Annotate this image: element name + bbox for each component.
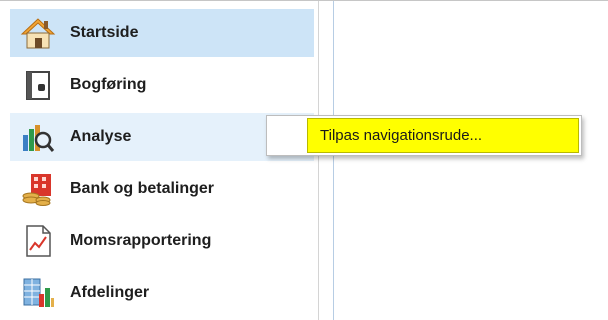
- content-divider: [333, 1, 334, 320]
- nav-item-bank-og-betalinger[interactable]: Bank og betalinger: [10, 165, 314, 213]
- ledger-book-icon: [20, 67, 56, 103]
- nav-item-label: Startside: [70, 24, 139, 41]
- nav-item-startside[interactable]: Startside: [10, 9, 314, 57]
- departments-icon: [20, 275, 56, 311]
- nav-item-label: Afdelinger: [70, 284, 150, 301]
- nav-item-bogforing[interactable]: Bogføring: [10, 61, 314, 109]
- menu-item-tilpas-navigationsrude[interactable]: Tilpas navigationsrude...: [307, 118, 579, 153]
- nav-item-momsrapportering[interactable]: Momsrapportering: [10, 217, 314, 265]
- nav-item-label: Analyse: [70, 128, 132, 145]
- context-menu: Tilpas navigationsrude...: [266, 115, 582, 156]
- nav-item-label: Bank og betalinger: [70, 180, 215, 197]
- analysis-chart-magnifier-icon: [20, 119, 56, 155]
- pane-divider: [318, 1, 319, 320]
- nav-item-label: Momsrapportering: [70, 232, 212, 249]
- vat-report-icon: [20, 223, 56, 259]
- bank-payments-icon: [20, 171, 56, 207]
- nav-item-afdelinger[interactable]: Afdelinger: [10, 269, 314, 317]
- navigation-pane: Startside Bogføring Analyse Bank og beta…: [0, 1, 318, 320]
- home-icon: [20, 15, 56, 51]
- nav-item-label: Bogføring: [70, 76, 147, 93]
